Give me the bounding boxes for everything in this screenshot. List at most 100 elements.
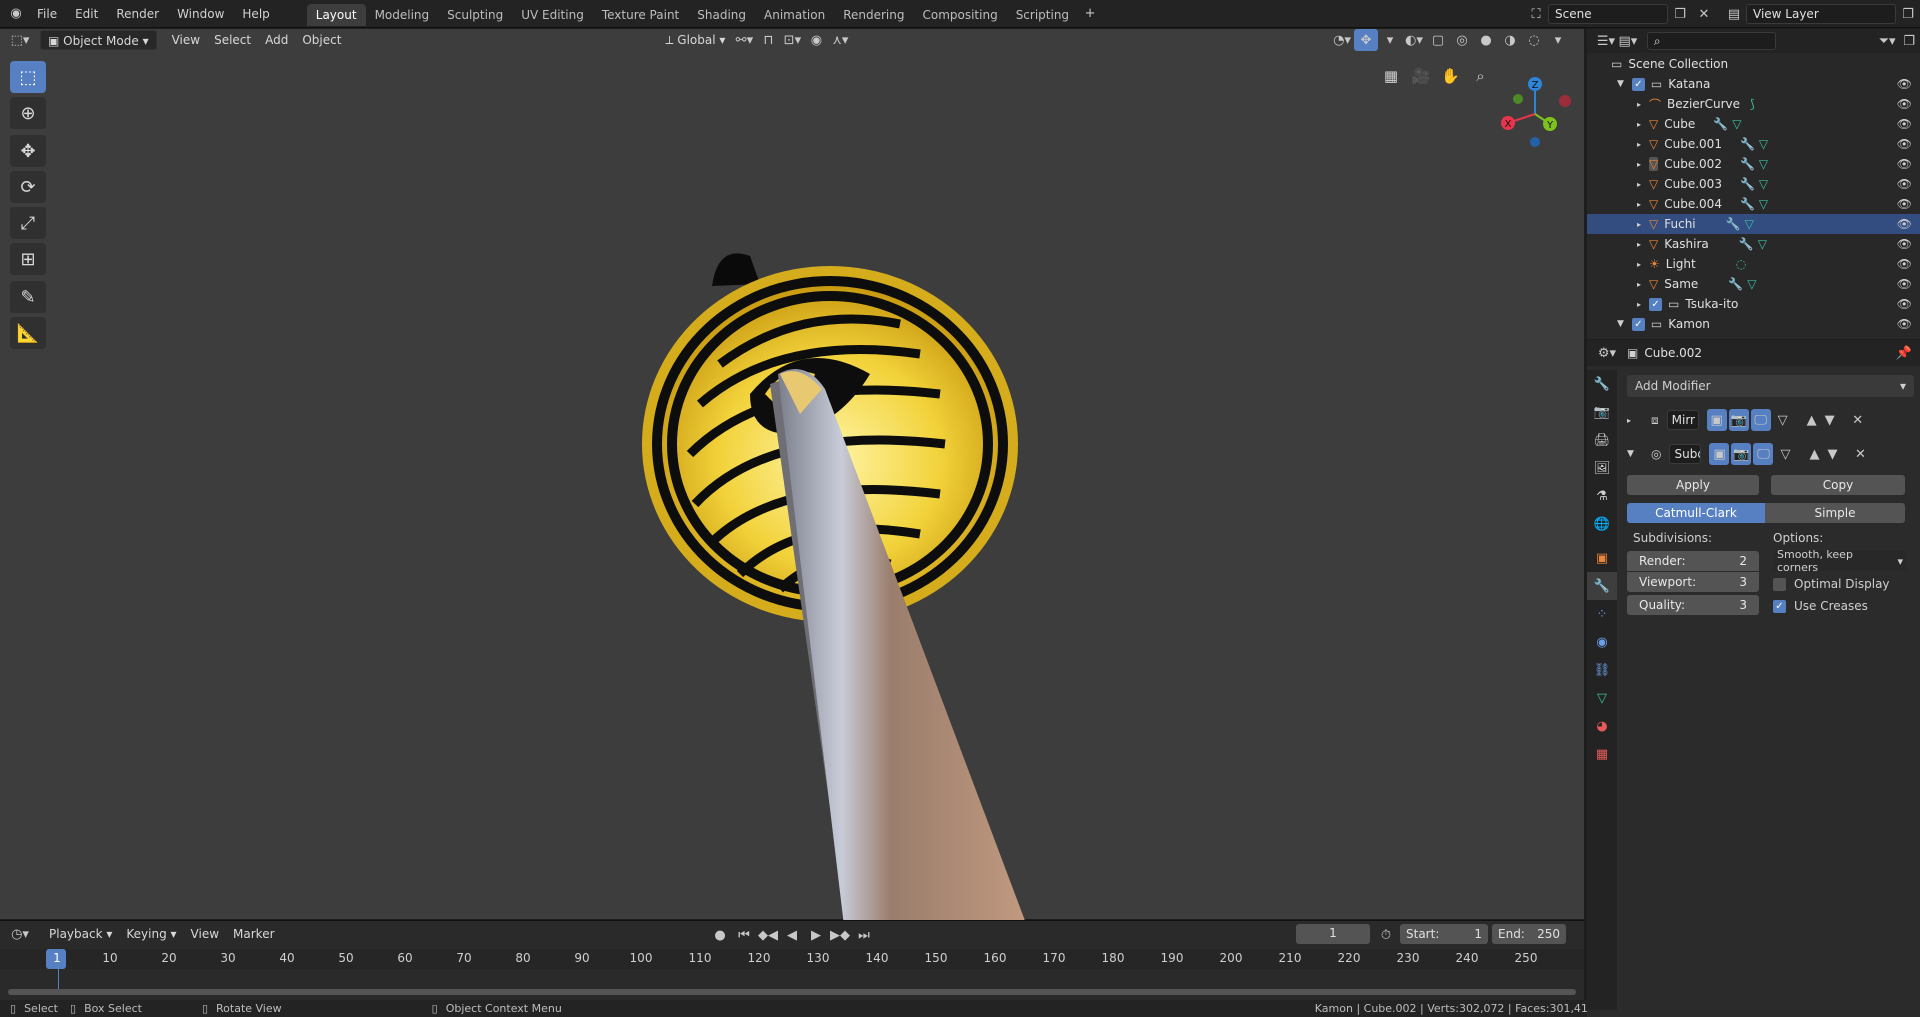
gizmo-dropdown-icon[interactable]: ▾ [1378,29,1402,51]
outliner-row-light[interactable]: ▸ ☀ Light ◌ 👁 [1587,254,1920,274]
move-down-icon[interactable]: ▼ [1823,443,1841,465]
optimal-display-row[interactable]: Optimal Display [1773,575,1907,593]
use-creases-checkbox[interactable]: ✓ [1773,599,1786,613]
timeline-menu-marker[interactable]: Marker [226,924,281,944]
3d-viewport[interactable]: ⬚▾ ▣ Object Mode ▾ View Select Add Objec… [0,29,1584,924]
outliner-row-beziercurve[interactable]: ▸ ⌒ BezierCurve ⟆ 👁 [1587,94,1920,114]
copy-button[interactable]: Copy [1771,475,1905,495]
end-frame-field[interactable]: End: 250 [1492,924,1566,944]
edit-mode-toggle-icon[interactable]: ▣ [1709,443,1730,465]
outliner-row-kashira[interactable]: ▸ ▽ Kashira 🔧 ▽ 👁 [1587,234,1920,254]
timeline-menu-keying[interactable]: Keying ▾ [119,924,183,944]
expand-arrow-icon[interactable]: ▼ [1617,79,1624,89]
move-down-icon[interactable]: ▼ [1821,409,1839,431]
catmull-clark-button[interactable]: Catmull-Clark [1627,503,1765,523]
optimal-display-checkbox[interactable] [1773,577,1786,591]
prev-keyframe-icon[interactable]: ◆◀ [756,924,780,946]
viewport-toggle-icon[interactable]: 🖵 [1750,409,1771,431]
gizmo-neg-y-handle[interactable] [1513,94,1523,104]
outliner-row-fuchi[interactable]: ▸ ▽ Fuchi 🔧 ▽ 👁 [1587,214,1920,234]
new-collection-icon[interactable]: ❐ [1898,30,1920,52]
play-reverse-icon[interactable]: ◀ [780,924,804,946]
viewport-toggle-icon[interactable]: 🖵 [1753,443,1774,465]
viewport-menu-add[interactable]: Add [258,30,295,50]
expand-arrow-icon[interactable]: ▸ [1637,240,1641,249]
add-modifier-dropdown[interactable]: Add Modifier ▾ [1627,375,1914,397]
output-tab-icon[interactable]: 🖨 [1587,426,1617,454]
wireframe-shading-icon[interactable]: ◎ [1450,29,1474,51]
new-scene-icon[interactable]: ❐ [1668,3,1692,25]
tab-animation[interactable]: Animation [755,4,834,26]
cage-toggle-icon[interactable]: ▽ [1773,409,1793,431]
falloff-icon[interactable]: ⋏▾ [828,29,852,51]
eye-icon[interactable]: 👁 [1897,137,1912,151]
eye-icon[interactable]: 👁 [1897,277,1912,291]
editor-type-icon[interactable]: ⬚▾ [8,29,32,51]
gizmo-neg-x-handle[interactable] [1559,95,1571,107]
outliner-row-cube-001[interactable]: ▸ ▽ Cube.001 🔧 ▽ 👁 [1587,134,1920,154]
view-layer-tab-icon[interactable]: 🖼 [1587,454,1617,482]
annotate-tool-icon[interactable]: ✎ [10,281,46,313]
visibility-icon[interactable]: ◔▾ [1330,29,1354,51]
modifier-tab-icon[interactable]: 🔧 [1587,572,1617,600]
measure-tool-icon[interactable]: 📐 [10,317,46,349]
collapse-arrow-icon[interactable]: ▼ [1627,449,1641,459]
eye-icon[interactable]: 👁 [1897,237,1912,251]
tool-tab-icon[interactable]: 🔧 [1587,370,1617,398]
tab-modeling[interactable]: Modeling [366,4,439,26]
outliner-row-katana[interactable]: ▼ ✓ ▭ Katana 👁 [1587,74,1920,94]
start-frame-field[interactable]: Start: 1 [1400,924,1488,944]
expand-arrow-icon[interactable]: ▸ [1637,100,1641,109]
collection-checkbox[interactable]: ✓ [1631,317,1645,331]
material-tab-icon[interactable]: ◕ [1587,712,1617,740]
tab-uv-editing[interactable]: UV Editing [512,4,593,26]
frame-ruler[interactable]: 1 10 20 30 40 50 60 70 80 90 100 110 120… [0,949,1584,969]
render-toggle-icon[interactable]: 📷 [1728,409,1749,431]
viewport-menu-view[interactable]: View [165,30,207,50]
menu-window[interactable]: Window [168,0,233,28]
rendered-shading-icon[interactable]: ◌ [1522,29,1546,51]
gizmo-neg-z-handle[interactable] [1530,137,1540,147]
pan-hand-icon[interactable]: ✋ [1438,63,1464,89]
physics-tab-icon[interactable]: ◉ [1587,628,1617,656]
next-keyframe-icon[interactable]: ▶◆ [828,924,852,946]
outliner-editor-type-icon[interactable]: ☰▾ [1595,30,1617,52]
delete-scene-icon[interactable]: ✕ [1692,3,1716,25]
scene-name-field[interactable]: Scene [1548,4,1668,24]
play-icon[interactable]: ▶ [804,924,828,946]
snap-icon[interactable]: ⊓ [756,29,780,51]
outliner-row-cube-002[interactable]: ▸ ▽ Cube.002 🔧 ▽ 👁 [1587,154,1920,174]
tab-compositing[interactable]: Compositing [913,4,1006,26]
expand-arrow-icon[interactable]: ▸ [1637,220,1641,229]
camera-view-icon[interactable]: 🎥 [1408,63,1434,89]
eye-icon[interactable]: 👁 [1897,297,1912,311]
expand-arrow-icon[interactable]: ▸ [1637,200,1641,209]
filter-icon[interactable]: ⏷▾ [1876,30,1898,52]
transform-tool-icon[interactable]: ⊞ [10,243,46,275]
quality-field[interactable]: Quality: 3 [1627,595,1759,615]
rotate-tool-icon[interactable]: ⟳ [10,171,46,203]
expand-arrow-icon[interactable]: ▸ [1637,160,1641,169]
gizmo-toggle-icon[interactable]: ✥ [1354,29,1378,51]
cursor-tool-icon[interactable]: ⊕ [10,97,46,129]
move-up-icon[interactable]: ▲ [1803,409,1821,431]
solid-shading-icon[interactable]: ● [1474,29,1498,51]
expand-arrow-icon[interactable]: ▸ [1637,300,1641,309]
eye-icon[interactable]: 👁 [1897,77,1912,91]
timeline-scrollbar[interactable] [8,989,1576,995]
render-levels-field[interactable]: Render: 2 [1627,551,1759,571]
overlays-icon[interactable]: ◐▾ [1402,29,1426,51]
eye-icon[interactable]: 👁 [1897,197,1912,211]
simple-button[interactable]: Simple [1765,503,1905,523]
close-icon[interactable]: ✕ [1851,443,1869,465]
mode-dropdown[interactable]: ▣ Object Mode ▾ [40,30,157,50]
expand-arrow-icon[interactable]: ▸ [1637,260,1641,269]
viewport-levels-field[interactable]: Viewport: 3 [1627,572,1759,592]
particles-tab-icon[interactable]: ⁘ [1587,600,1617,628]
grid-view-icon[interactable]: ▦ [1378,63,1404,89]
eye-icon[interactable]: 👁 [1897,177,1912,191]
eye-icon[interactable]: 👁 [1897,117,1912,131]
outliner-row-same[interactable]: ▸ ▽ Same 🔧 ▽ 👁 [1587,274,1920,294]
eye-icon[interactable]: 👁 [1897,257,1912,271]
render-toggle-icon[interactable]: 📷 [1731,443,1752,465]
